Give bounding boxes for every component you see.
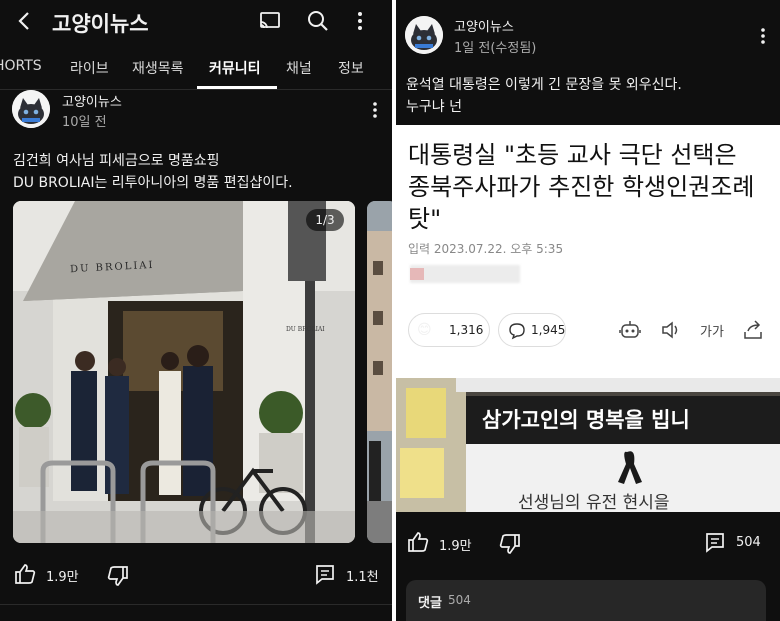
like-icon[interactable] [13, 562, 37, 586]
back-arrow-icon[interactable] [14, 10, 36, 32]
channel-name[interactable]: 고양이뉴스 [62, 91, 122, 110]
article-date: 입력 2023.07.22. 오후 5:35 [408, 242, 564, 256]
post-more-icon[interactable] [760, 27, 766, 45]
article-comment-button[interactable]: 1,945 [498, 313, 566, 347]
tab-playlists[interactable]: 재생목록 [132, 58, 184, 78]
post-time: 1일 전(수정됨) [454, 41, 537, 56]
avatar[interactable] [12, 90, 50, 128]
dislike-icon[interactable] [498, 532, 522, 556]
comment-section-label: 댓글 [418, 596, 442, 611]
avatar[interactable] [405, 16, 443, 54]
reaction-emoji-icon: 😊 [417, 322, 432, 338]
page-title: 고양이뉴스 [52, 12, 149, 36]
post-time: 10일 전 [62, 115, 107, 130]
comment-count: 1.1천 [346, 570, 379, 585]
comment-section[interactable]: 댓글 504 [406, 580, 766, 621]
right-screen: 고양이뉴스 1일 전(수정됨) 윤석열 대통령은 이렇게 긴 문장을 못 외우신… [396, 0, 780, 621]
memorial-banner-text: 삼가고인의 명복을 빕니 [482, 407, 690, 432]
left-screen: 고양이뉴스 HORTS 라이브 재생목록 커뮤니티 채널 정보 고양이뉴스 10… [0, 0, 392, 621]
comment-icon[interactable] [704, 531, 726, 553]
blurred-byline [410, 265, 520, 283]
wall-sign: DU BROLIAI [286, 326, 325, 333]
like-count: 1.9만 [439, 539, 472, 554]
post-image[interactable] [13, 201, 355, 543]
tab-live[interactable]: 라이브 [70, 58, 109, 78]
cast-icon[interactable] [258, 10, 282, 32]
tab-about[interactable]: 정보 [338, 58, 364, 78]
speech-bubble-icon [508, 322, 526, 340]
post-text-line1: 김건희 여사님 피세금으로 명품쇼핑 [13, 153, 220, 169]
dislike-icon[interactable] [106, 564, 130, 588]
article-headline-line3: 탓" [408, 205, 442, 233]
memorial-banner-subtext: 선생님의 유전 현시을 [518, 493, 670, 513]
reaction-button[interactable]: 😊 1,316 [408, 313, 490, 347]
reaction-count: 1,316 [449, 323, 484, 337]
search-icon[interactable] [306, 9, 330, 33]
article-comment-count: 1,945 [531, 323, 566, 337]
like-icon[interactable] [406, 530, 430, 554]
tab-community[interactable]: 커뮤니티 [209, 58, 261, 78]
next-image-preview[interactable] [367, 201, 392, 543]
tab-shorts[interactable]: HORTS [0, 58, 42, 74]
more-vert-icon[interactable] [356, 10, 364, 32]
article-headline-line2: 종북주사파가 추진한 학생인권조례 [408, 173, 755, 201]
speaker-icon[interactable] [660, 319, 682, 341]
article-headline-line1: 대통령실 "초등 교사 극단 선택은 [408, 141, 737, 169]
blurred-byline-mark [410, 268, 424, 280]
channel-name[interactable]: 고양이뉴스 [454, 16, 514, 35]
share-icon[interactable] [742, 319, 764, 341]
comment-icon[interactable] [314, 563, 336, 585]
font-size-button[interactable]: 가가 [700, 321, 724, 340]
post-text-line2: 누구냐 넌 [406, 99, 462, 115]
post-text-line1: 윤석열 대통령은 이렇게 긴 문장을 못 외우신다. [406, 77, 682, 93]
comment-count: 504 [736, 535, 761, 550]
robot-icon[interactable] [618, 318, 642, 342]
comment-section-count: 504 [448, 593, 471, 607]
tabs-divider [0, 89, 392, 90]
tab-channels[interactable]: 채널 [286, 58, 312, 78]
like-count: 1.9만 [46, 570, 79, 585]
post-more-icon[interactable] [372, 101, 378, 119]
post-text-line2: DU BROLIAI는 리투아니아의 명품 편집샵이다. [13, 175, 293, 191]
post-divider [0, 604, 392, 605]
article-screenshot[interactable]: 대통령실 "초등 교사 극단 선택은 종북주사파가 추진한 학생인권조례 탓" … [396, 125, 780, 378]
image-counter: 1/3 [306, 209, 344, 231]
